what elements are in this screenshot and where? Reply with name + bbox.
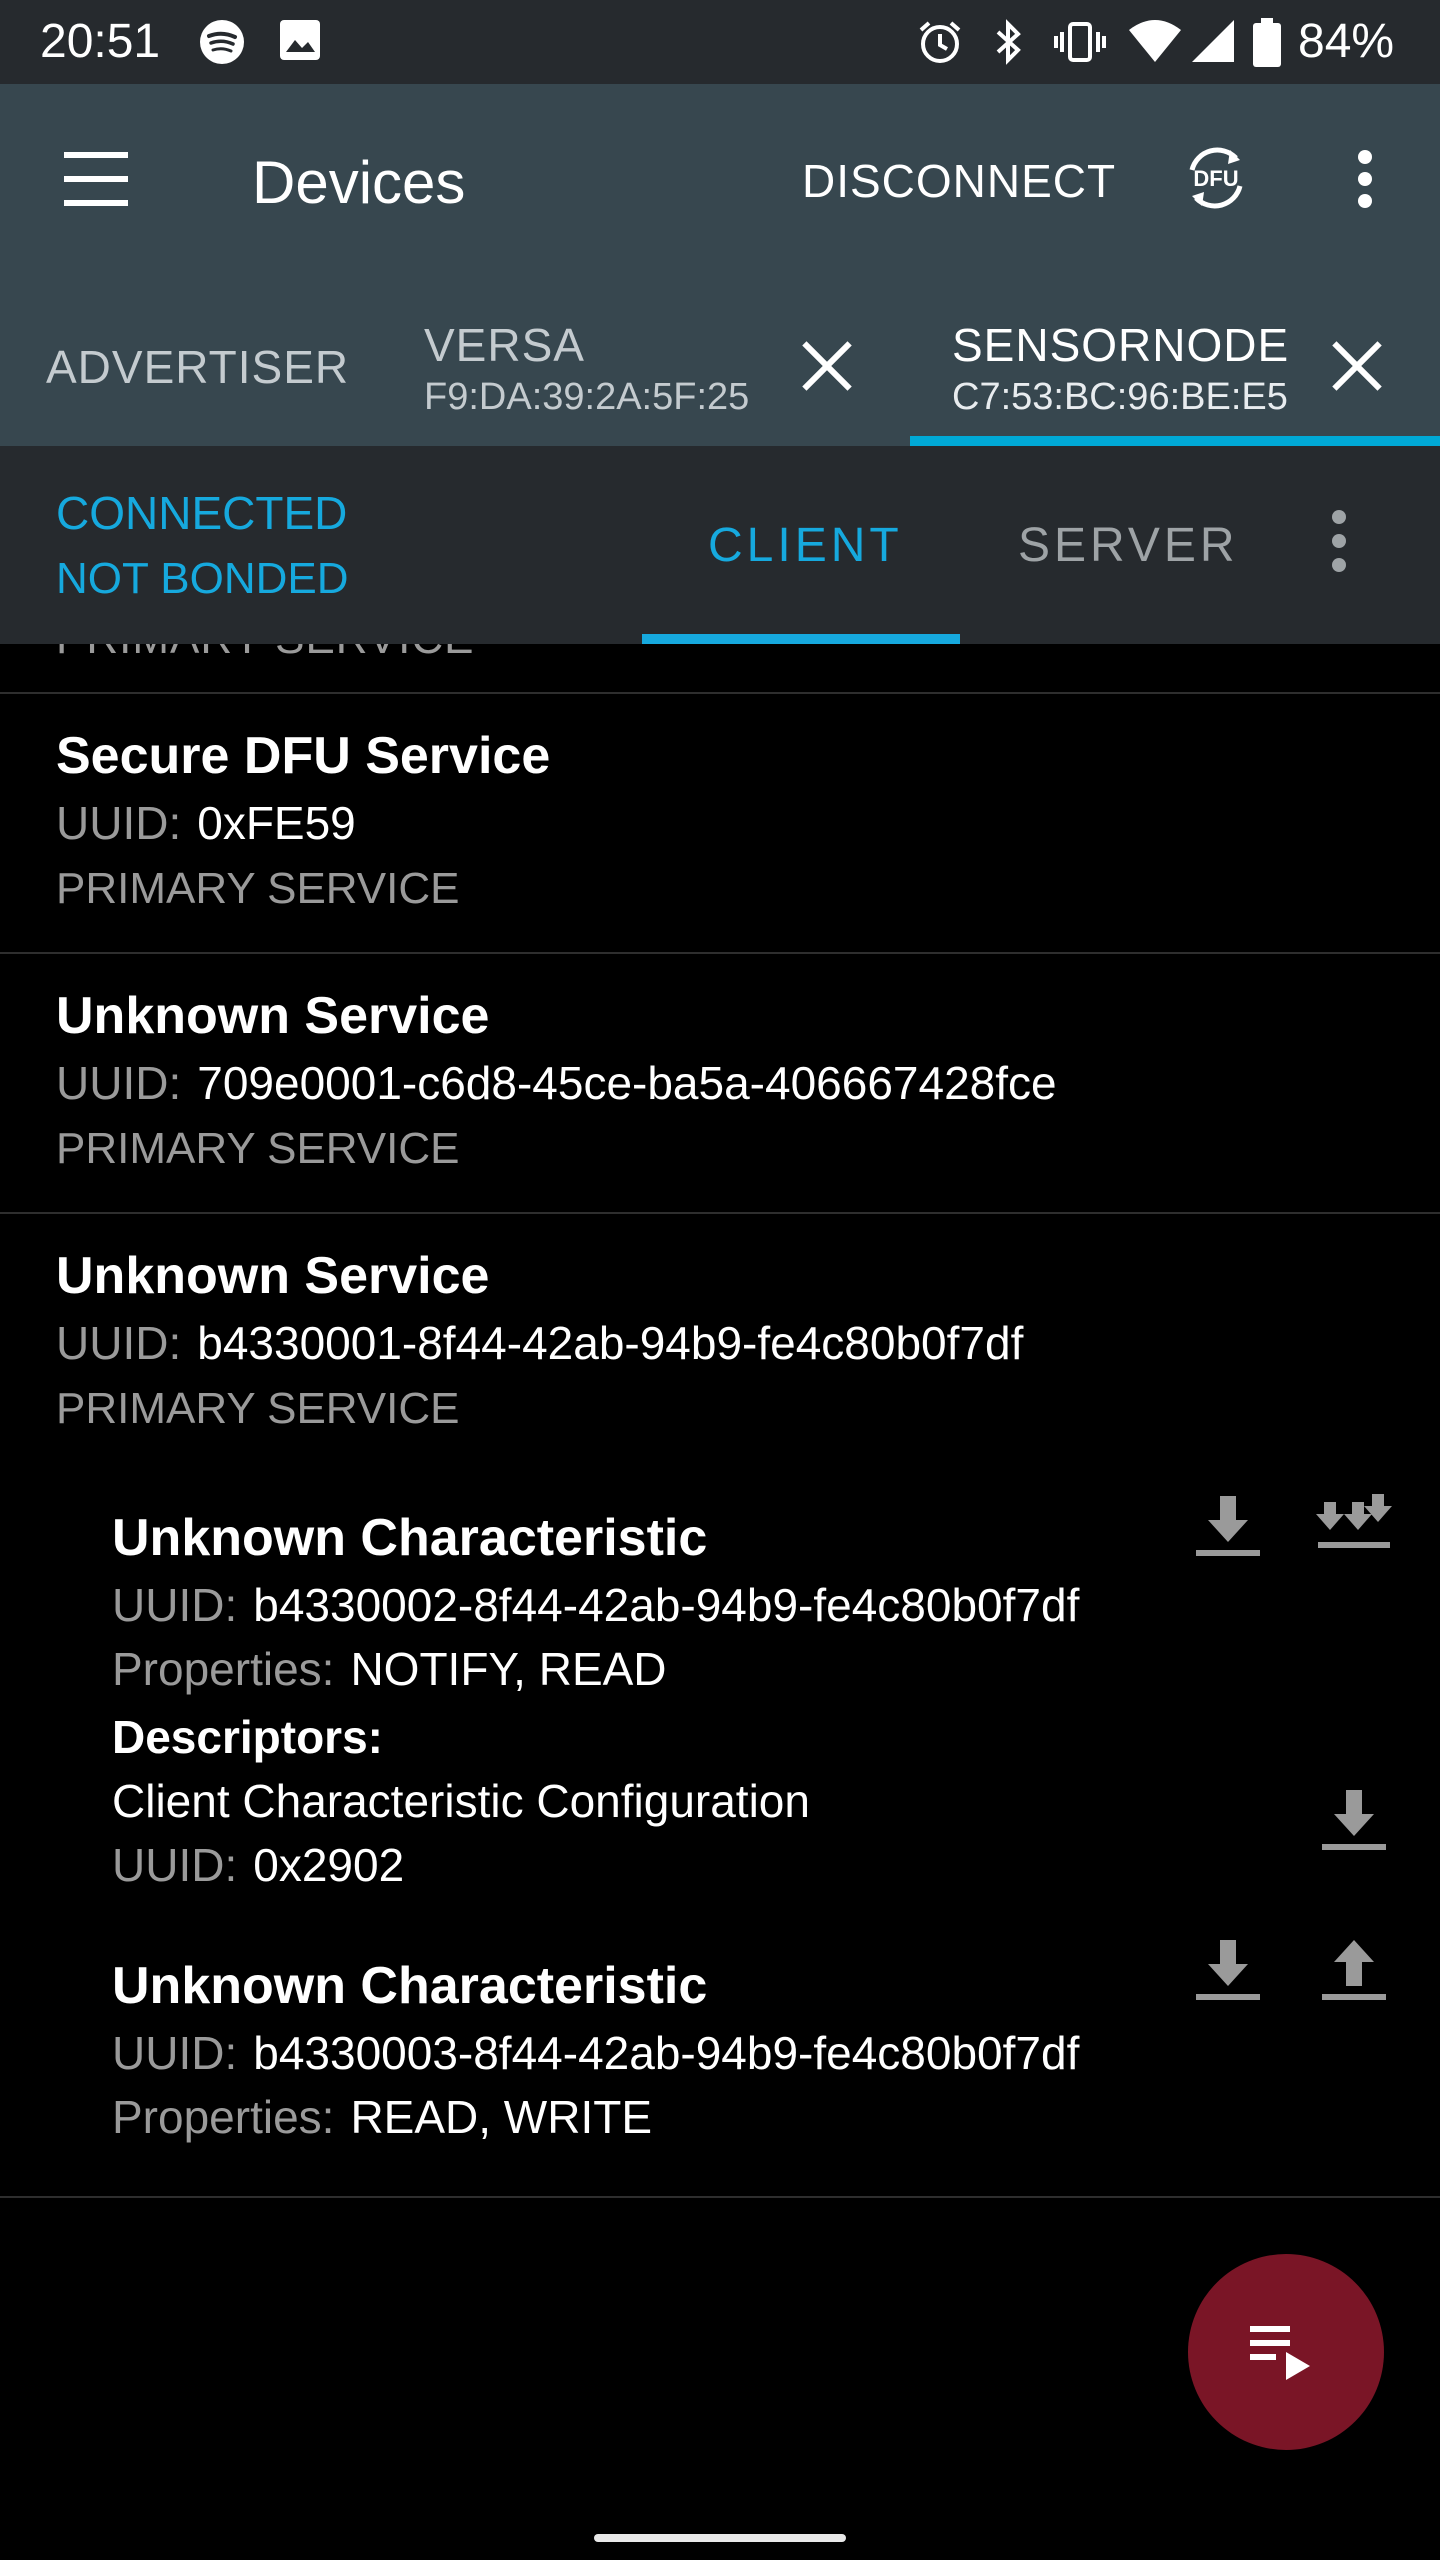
bluetooth-icon	[984, 18, 1032, 66]
service-type-clipped: PRIMARY SERVICE	[56, 644, 474, 664]
status-bar: 20:51 84%	[0, 0, 1440, 84]
service-name: Unknown Service	[56, 987, 490, 1045]
close-tab-versa-icon[interactable]	[800, 340, 852, 392]
descriptor-read-button[interactable]	[1316, 1784, 1392, 1860]
descriptor-name: Client Characteristic Configuration	[112, 1775, 810, 1827]
characteristic-name: Unknown Characteristic	[112, 1957, 708, 2015]
descriptors-label: Descriptors:	[112, 1711, 383, 1763]
svg-text:DFU: DFU	[1193, 166, 1238, 191]
divider	[0, 1212, 1440, 1214]
vibrate-icon	[1054, 18, 1106, 66]
device-name: SENSORNODE	[952, 319, 1290, 371]
page-title: Devices	[252, 149, 466, 216]
service-type: PRIMARY SERVICE	[56, 864, 460, 913]
signal-icon	[1190, 18, 1238, 66]
characteristic-properties: Properties: READ, WRITE	[112, 2091, 652, 2143]
service-uuid: UUID: 709e0001-c6d8-45ce-ba5a-406667428fc…	[56, 1057, 1057, 1109]
tab-device-sensornode[interactable]: SENSORNODE C7:53:BC:96:BE:E5	[952, 318, 1289, 419]
more-vert-icon	[1358, 150, 1372, 164]
characteristic-name: Unknown Characteristic	[112, 1509, 708, 1567]
device-address: F9:DA:39:2A:5F:25	[424, 376, 750, 418]
service-item[interactable]: Secure DFU Service UUID: 0xFE59 PRIMARY S…	[56, 726, 550, 914]
close-tab-sensornode-icon[interactable]	[1330, 340, 1382, 392]
characteristic-uuid: UUID: b4330002-8f44-42ab-94b9-fe4c80b0f7d…	[112, 1579, 1080, 1631]
divider	[0, 692, 1440, 694]
divider	[0, 952, 1440, 954]
service-type: PRIMARY SERVICE	[56, 1124, 460, 1173]
connection-bar: CONNECTED NOT BONDED CLIENT SERVER	[0, 446, 1440, 644]
descriptor-uuid: UUID: 0x2902	[112, 1839, 405, 1891]
connection-status: CONNECTED	[56, 487, 348, 539]
playlist-play-icon	[1250, 2326, 1310, 2380]
dfu-icon: DFU	[1189, 147, 1243, 209]
disconnect-button[interactable]: DISCONNECT	[802, 154, 1116, 208]
download-icon	[1196, 1940, 1260, 2000]
battery-percent: 84%	[1298, 15, 1395, 68]
device-address: C7:53:BC:96:BE:E5	[952, 376, 1288, 418]
more-vert-icon	[1332, 510, 1346, 524]
tab-device-versa[interactable]: VERSA F9:DA:39:2A:5F:25	[424, 318, 749, 419]
tab-client[interactable]: CLIENT	[708, 518, 903, 573]
menu-icon	[64, 152, 128, 158]
bond-status: NOT BONDED	[56, 554, 349, 603]
battery-icon	[1250, 18, 1298, 67]
dfu-button[interactable]: DFU	[1178, 140, 1254, 216]
service-name: Secure DFU Service	[56, 727, 551, 785]
services-list[interactable]: PRIMARY SERVICE Secure DFU Service UUID:…	[0, 644, 1440, 2560]
home-handle[interactable]	[594, 2534, 846, 2542]
divider	[0, 2196, 1440, 2198]
navigation-bar	[0, 2510, 1440, 2560]
status-time: 20:51	[40, 15, 161, 68]
log-fab-button[interactable]	[1188, 2254, 1384, 2450]
notify-button[interactable]	[1316, 1490, 1392, 1566]
alarm-icon	[916, 18, 964, 66]
device-tabs: ADVERTISER VERSA F9:DA:39:2A:5F:25 SENSO…	[0, 230, 1440, 446]
upload-icon	[1322, 1940, 1386, 2000]
read-button[interactable]	[1190, 1490, 1266, 1566]
tab-server[interactable]: SERVER	[1018, 518, 1239, 573]
wifi-icon	[1128, 18, 1181, 66]
download-icon	[1196, 1496, 1260, 1556]
device-name: VERSA	[424, 319, 585, 371]
notify-icon	[1316, 1494, 1392, 1548]
characteristic-item[interactable]: Unknown Characteristic UUID: b4330002-8f4…	[112, 1508, 1079, 1892]
service-name: Unknown Service	[56, 1247, 490, 1305]
write-button[interactable]	[1316, 1934, 1392, 2010]
service-uuid: UUID: b4330001-8f44-42ab-94b9-fe4c80b0f7d…	[56, 1317, 1024, 1369]
client-tab-indicator	[642, 634, 960, 644]
service-uuid: UUID: 0xFE59	[56, 797, 356, 849]
read-button[interactable]	[1190, 1934, 1266, 2010]
service-item[interactable]: Unknown Service UUID: 709e0001-c6d8-45ce-…	[56, 986, 1057, 1174]
image-icon	[278, 18, 326, 66]
active-tab-indicator	[910, 436, 1440, 446]
service-type: PRIMARY SERVICE	[56, 1384, 460, 1433]
tab-advertiser[interactable]: ADVERTISER	[46, 340, 349, 394]
connection-more-button[interactable]	[1326, 506, 1356, 576]
more-options-button[interactable]	[1340, 144, 1390, 214]
characteristic-properties: Properties: NOTIFY, READ	[112, 1643, 667, 1695]
download-icon	[1322, 1790, 1386, 1850]
characteristic-item[interactable]: Unknown Characteristic UUID: b4330003-8f4…	[112, 1956, 1079, 2144]
spotify-icon	[198, 18, 246, 66]
service-item[interactable]: Unknown Service UUID: b4330001-8f44-42ab-…	[56, 1246, 1023, 1434]
menu-button[interactable]	[60, 144, 132, 216]
characteristic-uuid: UUID: b4330003-8f44-42ab-94b9-fe4c80b0f7d…	[112, 2027, 1080, 2079]
